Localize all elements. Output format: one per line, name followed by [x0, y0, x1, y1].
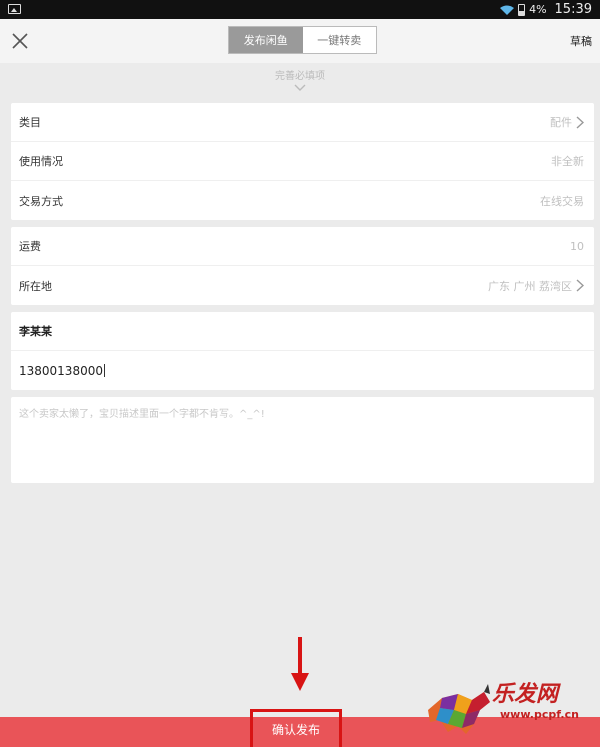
- contact-card: 李某某 13800138000: [11, 312, 594, 390]
- wifi-icon: [500, 5, 515, 15]
- trade-method-label: 交易方式: [19, 194, 63, 208]
- row-location[interactable]: 所在地 广东 广州 荔湾区: [11, 266, 594, 305]
- location-label: 所在地: [19, 279, 52, 293]
- text-caret: [103, 364, 105, 377]
- category-label: 类目: [19, 116, 41, 129]
- chevron-down-icon[interactable]: [294, 84, 306, 92]
- contact-phone-field[interactable]: 13800138000: [19, 364, 103, 378]
- shipping-card: 运费 10 所在地 广东 广州 荔湾区: [11, 227, 594, 305]
- close-icon[interactable]: [10, 31, 30, 51]
- condition-label: 使用情况: [19, 155, 63, 168]
- clock: 15:39: [554, 2, 592, 17]
- image-notification-icon: [8, 4, 21, 14]
- row-trade-method[interactable]: 交易方式 在线交易: [11, 181, 594, 220]
- chevron-right-icon: [576, 279, 584, 292]
- watermark-title: 乐发网: [492, 681, 559, 707]
- row-category[interactable]: 类目 配件: [11, 103, 594, 142]
- confirm-publish-label: 确认发布: [271, 723, 320, 737]
- row-contact-phone[interactable]: 13800138000: [11, 351, 594, 390]
- battery-percent: 4%: [529, 3, 547, 16]
- watermark: 乐发网 www.pcpf.cn: [418, 670, 600, 747]
- app-header: 发布闲鱼 一键转卖 草稿: [0, 19, 600, 63]
- item-info-card: 类目 配件 使用情况 非全新 交易方式 在线交易: [11, 103, 594, 220]
- annotation-arrow-icon: [291, 637, 309, 691]
- chevron-right-icon: [576, 115, 584, 129]
- publish-mode-tabs: 发布闲鱼 一键转卖: [228, 26, 377, 54]
- row-condition[interactable]: 使用情况 非全新: [11, 142, 594, 181]
- condition-value: 非全新: [551, 155, 584, 168]
- battery-icon: [518, 3, 526, 16]
- bull-logo-icon: [428, 684, 490, 734]
- confirm-publish-button[interactable]: 确认发布: [250, 709, 342, 747]
- contact-name-field[interactable]: 李某某: [19, 323, 52, 339]
- shipping-fee-value: 10: [570, 239, 584, 253]
- location-value: 广东 广州 荔湾区: [488, 279, 572, 293]
- tab-one-click-resell[interactable]: 一键转卖: [302, 27, 376, 53]
- status-bar: 4% 15:39: [0, 0, 600, 19]
- status-right: 4% 15:39: [500, 1, 592, 18]
- tab-publish-idle[interactable]: 发布闲鱼: [229, 27, 303, 53]
- hint-text: 完善必填项: [275, 71, 325, 82]
- draft-button[interactable]: 草稿: [570, 33, 592, 49]
- row-contact-name[interactable]: 李某某: [11, 312, 594, 351]
- watermark-url: www.pcpf.cn: [500, 708, 579, 721]
- shipping-fee-label: 运费: [19, 240, 41, 253]
- required-hint: 完善必填项: [0, 63, 600, 92]
- description-input[interactable]: 这个卖家太懒了，宝贝描述里面一个字都不肯写。^_^!: [11, 397, 594, 483]
- category-value: 配件: [550, 116, 572, 129]
- row-shipping-fee[interactable]: 运费 10: [11, 227, 594, 266]
- trade-method-value: 在线交易: [540, 194, 584, 208]
